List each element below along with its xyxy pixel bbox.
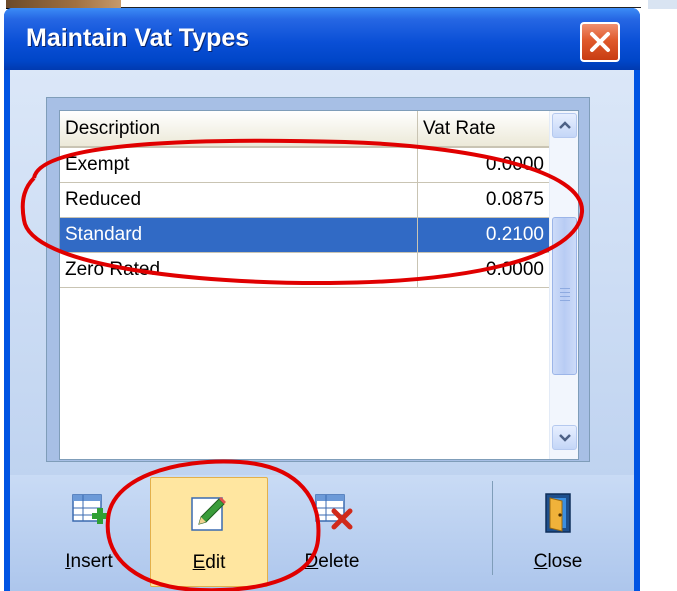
cell-vat-rate: 0.0875 [417,183,549,217]
delete-row-icon [315,494,353,530]
delete-button[interactable]: Delete [282,477,382,587]
window-title: Maintain Vat Types [26,24,250,52]
edit-label: Edit [192,552,226,573]
column-header-vat-rate[interactable]: Vat Rate [417,111,549,146]
cell-description: Reduced [65,189,142,210]
door-exit-icon [545,493,571,533]
cell-vat-rate: 0.0000 [417,148,549,182]
maintain-vat-types-dialog: Maintain Vat Types Description Vat Rate … [4,8,640,591]
cell-vat-rate: 0.2100 [417,218,549,252]
cell-description: Standard [65,224,143,245]
chevron-down-icon [559,434,571,442]
cell-vat-rate: 0.0000 [417,253,549,287]
column-header-description[interactable]: Description [60,111,416,146]
grid-frame: Description Vat Rate Exempt 0.0000 Reduc… [46,97,590,462]
close-icon [590,32,610,52]
close-label: Close [533,551,583,572]
table-row[interactable]: Exempt 0.0000 [60,148,549,183]
chevron-up-icon [559,121,571,129]
background-chip [648,0,677,9]
button-toolbar: Insert Edit Delete Close [10,475,634,591]
close-window-button[interactable] [580,22,620,62]
close-button[interactable]: Close [508,477,608,587]
cell-description: Zero Rated [65,259,161,280]
scroll-down-button[interactable] [552,425,577,450]
insert-button[interactable]: Insert [38,477,140,587]
title-bar[interactable]: Maintain Vat Types [4,8,640,70]
edit-pencil-icon [191,497,226,531]
table-row[interactable]: Zero Rated 0.0000 [60,253,549,288]
scroll-thumb[interactable] [552,217,577,375]
grid-header: Description Vat Rate [60,111,549,148]
cell-description: Exempt [65,154,130,175]
insert-row-icon [72,494,108,524]
table-row-selected[interactable]: Standard 0.2100 [60,218,549,253]
insert-label: Insert [65,551,113,572]
toolbar-separator [492,481,493,575]
dialog-client-area: Description Vat Rate Exempt 0.0000 Reduc… [10,70,634,591]
edit-button[interactable]: Edit [150,477,268,587]
table-row[interactable]: Reduced 0.0875 [60,183,549,218]
vat-types-grid[interactable]: Description Vat Rate Exempt 0.0000 Reduc… [59,110,579,460]
vertical-scrollbar[interactable] [549,111,578,459]
scroll-up-button[interactable] [552,113,577,138]
delete-label: Delete [304,551,360,572]
